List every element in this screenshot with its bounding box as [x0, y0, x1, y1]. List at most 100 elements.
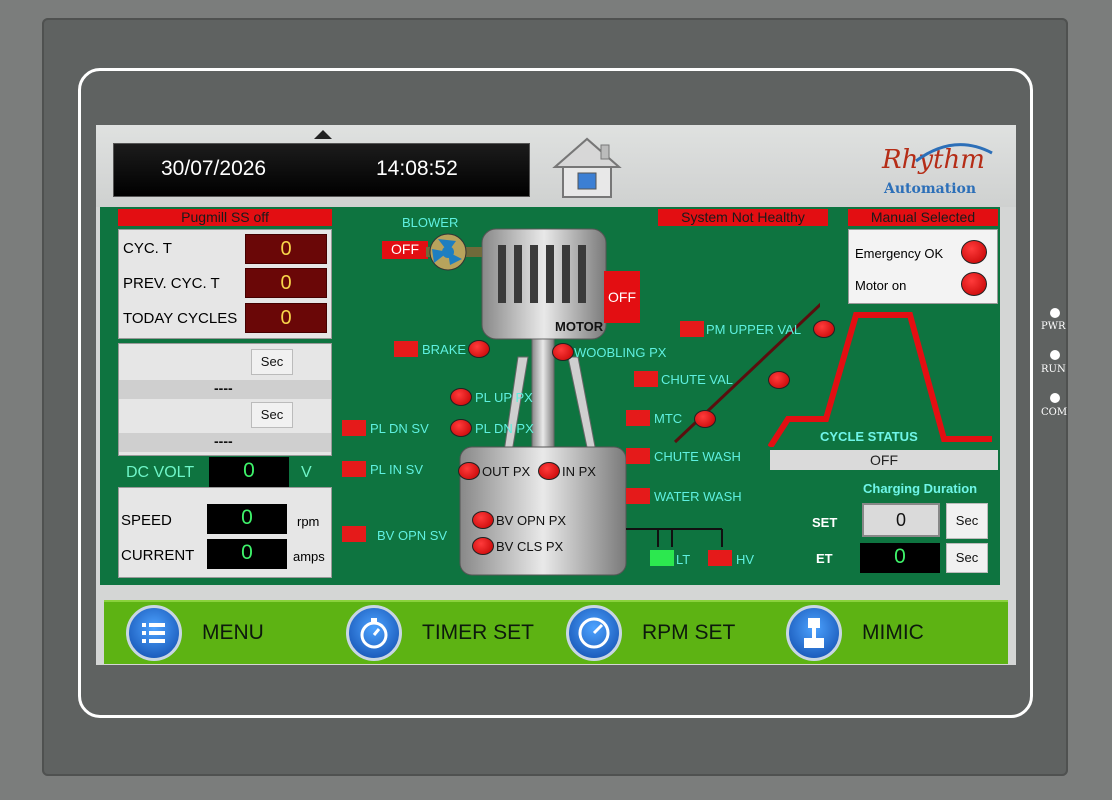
mimic-button-label: MIMIC: [862, 621, 924, 644]
speedometer-icon: [566, 605, 622, 661]
motor-state-badge: OFF: [604, 271, 640, 323]
current-label: CURRENT: [121, 547, 195, 564]
blower-fan-icon: [426, 233, 482, 271]
speed-value: 0: [207, 504, 287, 534]
motor-on-label: Motor on: [855, 278, 907, 293]
drive-panel: SPEED 0 rpm CURRENT 0 amps: [118, 487, 332, 578]
current-unit: amps: [293, 549, 325, 564]
cycle-panel: CYC. T 0 PREV. CYC. T 0 TODAY CYCLES 0: [118, 229, 332, 339]
rpm-set-button[interactable]: RPM SET: [566, 605, 776, 661]
mode-status-badge: Manual Selected: [848, 209, 998, 226]
motor-on-dot: [961, 272, 987, 296]
com-led-label: COM: [1041, 407, 1068, 418]
hv-indicator: [708, 550, 732, 566]
water-wash-indicator: [626, 488, 650, 504]
menu-button[interactable]: MENU: [126, 605, 306, 661]
hv-label: HV: [736, 552, 755, 567]
prev-cyc-t-value: 0: [245, 268, 327, 298]
pwr-led-label: PWR: [1041, 321, 1066, 332]
bottom-menu-bar: MENU TIMER SET RPM SET MIMIC: [104, 600, 1008, 664]
bv-opn-sv-label: BV OPN SV: [377, 528, 448, 543]
com-led: [1050, 393, 1060, 403]
set-label: SET: [812, 515, 838, 530]
timer2-unit: Sec: [251, 402, 293, 428]
bv-cls-px-label: BV CLS PX: [496, 539, 564, 554]
set-value-input[interactable]: 0: [862, 503, 940, 537]
dc-volt-label: DC VOLT: [126, 464, 195, 481]
emergency-dot: [961, 240, 987, 264]
pm-upper-indicator: [680, 321, 704, 337]
lt-indicator: [650, 550, 674, 566]
pl-in-sv-indicator: [342, 461, 366, 477]
top-bar: 30/07/2026 14:08:52 Rhythm Automation: [96, 125, 1016, 207]
charging-duration-label: Charging Duration: [863, 481, 978, 496]
bv-cls-px-dot: [472, 537, 494, 555]
cycle-status-chart: [768, 312, 992, 447]
bv-opn-px-label: BV OPN PX: [496, 513, 567, 528]
speed-unit: rpm: [297, 514, 320, 529]
home-button[interactable]: [551, 135, 623, 201]
pl-up-px-dot: [450, 388, 472, 406]
timer-set-button-label: TIMER SET: [422, 621, 535, 644]
mimic-button[interactable]: MIMIC: [786, 605, 966, 661]
main-panel: Pugmill SS off CYC. T 0 PREV. CYC. T 0 T…: [100, 207, 1000, 585]
out-px-dot: [458, 462, 480, 480]
cycle-status-label: CYCLE STATUS: [820, 429, 918, 444]
prev-cyc-t-label: PREV. CYC. T: [123, 275, 220, 292]
set-unit: Sec: [946, 503, 988, 539]
hmi-screen: 30/07/2026 14:08:52 Rhythm Automation Pu…: [96, 125, 1016, 665]
brake-indicator: [394, 341, 418, 357]
in-px-label: IN PX: [562, 464, 596, 479]
menu-button-label: MENU: [202, 621, 264, 644]
home-icon: [552, 137, 622, 198]
logo-line2: Automation: [884, 181, 977, 197]
chute-val-label: CHUTE VAL: [661, 372, 733, 387]
dc-volt-unit: V: [301, 464, 312, 481]
time-text: 14:08:52: [376, 157, 458, 180]
pugmill-status-badge: Pugmill SS off: [118, 209, 332, 226]
lt-label: LT: [676, 552, 691, 567]
company-logo: Rhythm Automation: [866, 135, 1006, 205]
run-led-label: RUN: [1041, 364, 1066, 375]
woobling-dot: [552, 343, 574, 361]
timer-set-button[interactable]: TIMER SET: [346, 605, 556, 661]
bv-opn-px-dot: [472, 511, 494, 529]
pl-in-sv-label: PL IN SV: [370, 462, 423, 477]
rpm-set-button-label: RPM SET: [642, 621, 736, 644]
timer2-value: ----: [214, 433, 233, 449]
chute-val-indicator: [634, 371, 658, 387]
indicator-arrow-icon: [314, 130, 332, 139]
date-time-display: 30/07/2026 14:08:52: [113, 143, 530, 197]
pl-up-px-label: PL UP PX: [475, 390, 533, 405]
motor-label: MOTOR: [555, 319, 604, 334]
et-label: ET: [816, 551, 833, 566]
chute-wash-label: CHUTE WASH: [654, 449, 741, 464]
date-text: 30/07/2026: [161, 157, 267, 180]
timer-panel: Sec ---- Sec ----: [118, 343, 332, 456]
health-panel: Emergency OK Motor on: [848, 229, 998, 304]
today-cycles-label: TODAY CYCLES: [123, 310, 238, 327]
timer1-unit: Sec: [251, 349, 293, 375]
logo-swoosh-icon: [915, 143, 993, 163]
timer1-value: ----: [214, 380, 233, 396]
blower-label: BLOWER: [402, 215, 459, 230]
current-value: 0: [207, 539, 287, 569]
pwr-led: [1050, 308, 1060, 318]
in-px-dot: [538, 462, 560, 480]
pl-dn-px-dot: [450, 419, 472, 437]
stopwatch-icon: [346, 605, 402, 661]
out-px-label: OUT PX: [482, 464, 531, 479]
run-led: [1050, 350, 1060, 360]
mtc-label: MTC: [654, 411, 683, 426]
machine-icon: [786, 605, 842, 661]
speed-label: SPEED: [121, 512, 172, 529]
water-wash-label: WATER WASH: [654, 489, 742, 504]
today-cycles-value: 0: [245, 303, 327, 333]
pl-dn-sv-indicator: [342, 420, 366, 436]
et-unit: Sec: [946, 543, 988, 573]
cyc-t-label: CYC. T: [123, 240, 172, 257]
brake-label: BRAKE: [422, 342, 467, 357]
brake-dot: [468, 340, 490, 358]
bv-opn-sv-indicator: [342, 526, 366, 542]
pl-dn-sv-label: PL DN SV: [370, 421, 429, 436]
